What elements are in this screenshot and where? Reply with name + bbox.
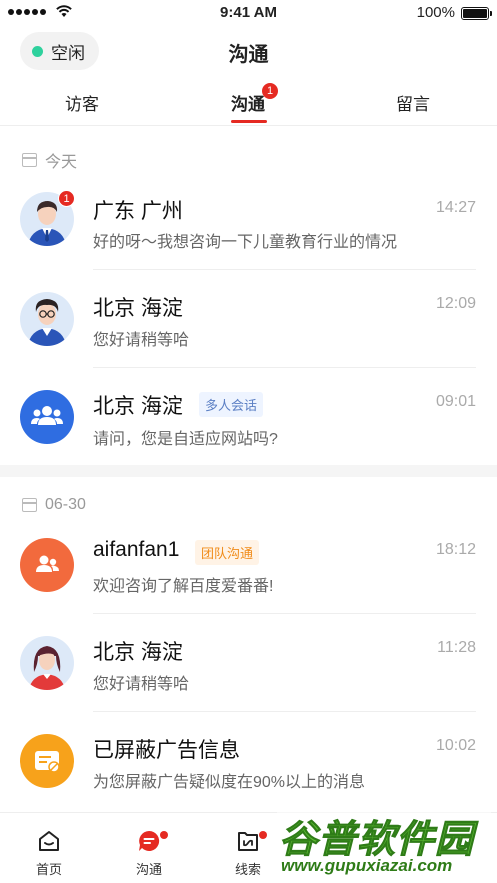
conversation-name: 北京 海淀 bbox=[93, 395, 183, 418]
watermark-title: 谷普软件园 bbox=[278, 819, 475, 862]
header: 空闲 沟通 bbox=[0, 26, 497, 76]
nav-chat-dot bbox=[160, 831, 168, 839]
nav-label: 沟通 bbox=[135, 862, 162, 877]
avatar bbox=[20, 390, 74, 444]
tag-team-chat: 团队沟通 bbox=[195, 540, 260, 565]
section-separator bbox=[0, 465, 497, 477]
list-item[interactable]: 北京 海淀 多人会话 09:01 请问，您是自适应网站吗? bbox=[0, 368, 497, 466]
list-item[interactable]: 北京 海淀 11:28 您好请稍等哈 bbox=[0, 614, 497, 712]
list-item[interactable]: 1 广东 广州 14:27 好的呀～我想咨询一下儿童教育行业的情况 bbox=[0, 172, 497, 270]
section-label: 06-30 bbox=[45, 496, 86, 513]
battery-percent: 100% bbox=[416, 4, 455, 21]
avatar bbox=[20, 734, 74, 788]
calendar-icon bbox=[22, 153, 37, 167]
nav-leads-dot bbox=[259, 831, 267, 839]
avatar bbox=[20, 292, 74, 346]
conversation-message: 您好请稍等哈 bbox=[93, 676, 190, 693]
conversation-name: 北京 海淀 bbox=[93, 641, 183, 664]
home-icon bbox=[39, 831, 59, 851]
conversation-time: 18:12 bbox=[435, 541, 476, 558]
team-icon bbox=[36, 555, 59, 572]
conversation-message: 请问，您是自适应网站吗? bbox=[93, 431, 278, 448]
conversation-time: 14:27 bbox=[435, 199, 476, 216]
avatar bbox=[20, 636, 74, 690]
list-item[interactable]: 北京 海淀 12:09 您好请稍等哈 bbox=[0, 270, 497, 368]
nav-chat[interactable]: 沟通 bbox=[119, 829, 179, 878]
list-item[interactable]: aifanfan1 团队沟通 18:12 欢迎咨询了解百度爱番番! bbox=[0, 516, 497, 614]
conversation-name: 已屏蔽广告信息 bbox=[93, 739, 240, 762]
avatar bbox=[20, 538, 74, 592]
unread-badge: 1 bbox=[58, 190, 75, 207]
conversation-message: 为您屏蔽广告疑似度在90%以上的消息 bbox=[93, 774, 366, 791]
leads-icon bbox=[238, 832, 258, 851]
group-icon bbox=[31, 406, 63, 425]
nav-leads[interactable]: 线索 bbox=[218, 829, 278, 878]
conversation-time: 11:28 bbox=[437, 639, 476, 656]
blocked-ad-icon bbox=[35, 751, 60, 773]
conversation-name: 北京 海淀 bbox=[93, 297, 183, 320]
conversation-time: 10:02 bbox=[435, 737, 476, 754]
conversation-name: 广东 广州 bbox=[93, 200, 183, 223]
watermark-url: www.gupuxiazai.com bbox=[281, 856, 453, 875]
tag-group-chat: 多人会话 bbox=[199, 392, 264, 417]
conversation-time: 12:09 bbox=[435, 295, 476, 312]
conversation-message: 欢迎咨询了解百度爱番番! bbox=[93, 578, 274, 595]
nav-home[interactable]: 首页 bbox=[19, 829, 79, 878]
tab-chat[interactable]: 沟通 bbox=[231, 90, 265, 115]
chat-icon bbox=[139, 830, 160, 851]
list-item[interactable]: 已屏蔽广告信息 10:02 为您屏蔽广告疑似度在90%以上的消息 bbox=[0, 712, 497, 810]
nav-label: 线索 bbox=[234, 862, 261, 877]
battery-icon bbox=[461, 7, 492, 20]
conversation-name: aifanfan1 bbox=[93, 538, 180, 561]
calendar-icon bbox=[22, 498, 37, 512]
tab-indicator bbox=[231, 120, 267, 123]
watermark: 谷普软件园 www.gupuxiazai.com bbox=[277, 806, 491, 880]
status-bar: 9:41 AM 100% bbox=[0, 0, 497, 26]
section-label: 今天 bbox=[45, 154, 78, 171]
conversation-message: 您好请稍等哈 bbox=[93, 332, 190, 349]
conversation-time: 09:01 bbox=[435, 393, 476, 410]
tab-bar: 访客 沟通 留言 bbox=[0, 76, 497, 126]
tab-messages[interactable]: 留言 bbox=[396, 90, 430, 115]
tab-visitors[interactable]: 访客 bbox=[65, 90, 99, 115]
tab-chat-badge: 1 bbox=[262, 83, 278, 99]
conversation-message: 好的呀～我想咨询一下儿童教育行业的情况 bbox=[93, 234, 398, 251]
page-title: 沟通 bbox=[228, 44, 269, 66]
nav-label: 首页 bbox=[35, 862, 62, 877]
